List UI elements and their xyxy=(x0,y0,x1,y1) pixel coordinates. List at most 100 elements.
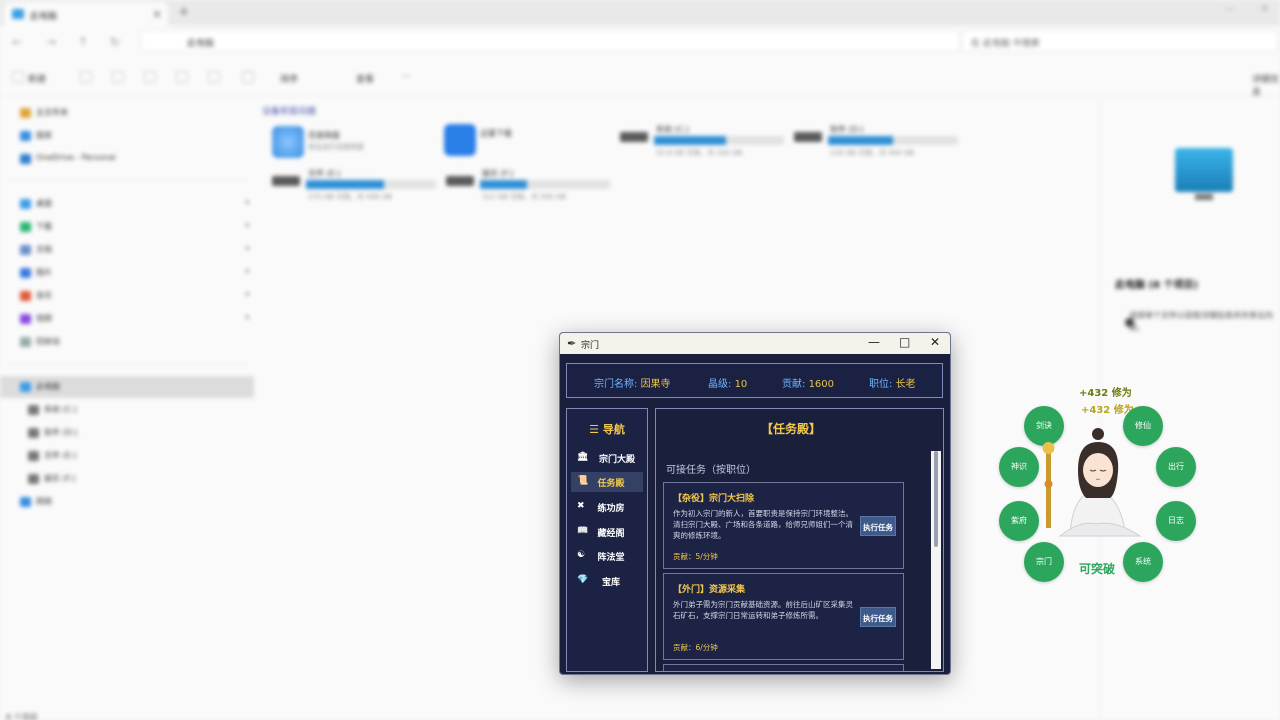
sidebar-label: 系统 (C:) xyxy=(44,405,78,414)
orb-travel[interactable]: 出行 xyxy=(1156,447,1196,487)
orb-sect[interactable]: 宗门 xyxy=(1024,542,1064,582)
orb-spirit-sense[interactable]: 神识 xyxy=(999,447,1039,487)
drive-icon xyxy=(28,428,39,438)
sidebar-item-downloads[interactable]: 下载 ✦ xyxy=(20,221,251,237)
close-tab-icon[interactable]: × xyxy=(152,7,162,21)
sort-button[interactable]: 排序 xyxy=(280,72,298,85)
share-icon[interactable] xyxy=(208,71,220,83)
sidebar-item-music[interactable]: 音乐 ✦ xyxy=(20,290,251,306)
drive-icon xyxy=(446,176,474,186)
details-info: 选择单个文件以获取详细信息并共享云内容。 xyxy=(1129,311,1273,332)
sect-level: 晶级: 10 xyxy=(708,375,747,390)
sidebar-label: 网络 xyxy=(36,497,52,506)
details-button[interactable]: 详细信息 xyxy=(1252,72,1280,98)
minimize-icon[interactable]: — xyxy=(1224,2,1235,15)
sidebar-item-drive-d[interactable]: 软件 (D:) xyxy=(28,427,78,443)
copy-icon[interactable] xyxy=(112,71,124,83)
drive-tile-d[interactable]: 软件 (D:) 218 GB 可用，共 400 GB xyxy=(794,124,964,160)
sidebar-item-recycle-bin[interactable]: 回收站 xyxy=(20,336,60,352)
cultivator-avatar[interactable] xyxy=(1040,424,1150,540)
path-field[interactable]: 此电脑 xyxy=(140,30,960,52)
drive-icon xyxy=(28,451,39,461)
drive-free-space: 55.8 GB 可用，共 200 GB xyxy=(656,149,743,157)
nav-item-training-room[interactable]: ✖ 练功房 xyxy=(571,497,643,517)
explorer-tab[interactable]: 此电脑 × xyxy=(4,2,168,26)
sidebar-item-videos[interactable]: 视频 ✦ xyxy=(20,313,251,329)
delete-icon[interactable] xyxy=(242,71,254,83)
nav-item-treasury[interactable]: 💎 宝库 xyxy=(571,571,643,591)
sidebar-divider xyxy=(8,364,248,365)
window-title: 宗门 xyxy=(581,341,600,351)
rename-icon[interactable] xyxy=(176,71,188,83)
this-pc-icon xyxy=(20,382,31,392)
nav-item-task-hall[interactable]: 📜 任务殿 xyxy=(571,472,643,492)
scroll-thumb[interactable] xyxy=(934,451,938,547)
orb-purple-mansion[interactable]: 紫府 xyxy=(999,501,1039,541)
nav-label: 藏经阁 xyxy=(597,529,625,539)
sidebar-item-gallery[interactable]: 图库 xyxy=(20,130,52,146)
task-card: 【外门】资源采集 外门弟子需为宗门贡献基础资源。前往后山矿区采集灵石矿石，支撑宗… xyxy=(663,573,904,660)
navigation-heading: ☰ 导航 xyxy=(589,423,625,436)
sect-level-label: 晶级: xyxy=(708,379,732,390)
nav-label: 任务殿 xyxy=(597,479,625,489)
home-icon xyxy=(20,108,31,118)
path-text: 此电脑 xyxy=(187,39,215,49)
sidebar-item-home[interactable]: 主文件夹 xyxy=(20,107,68,123)
cut-icon[interactable] xyxy=(80,71,92,83)
close-window-icon[interactable]: ✕ xyxy=(1260,2,1269,15)
sidebar-item-onedrive[interactable]: OneDrive - Personal xyxy=(20,153,116,169)
sidebar-item-documents[interactable]: 文档 ✦ xyxy=(20,244,251,260)
execute-task-button[interactable]: 执行任务 xyxy=(860,516,896,536)
nav-item-library[interactable]: 📖 藏经阁 xyxy=(571,522,643,542)
new-tab-icon[interactable]: + xyxy=(178,4,190,20)
up-icon[interactable]: ↑ xyxy=(78,35,88,49)
orb-system[interactable]: 系统 xyxy=(1123,542,1163,582)
pin-icon: ✦ xyxy=(244,244,251,253)
recycle-bin-icon xyxy=(20,337,31,347)
execute-task-button[interactable]: 执行任务 xyxy=(860,607,896,627)
window-title-bar[interactable]: ✒ 宗门 — □ ✕ xyxy=(560,333,950,354)
refresh-icon[interactable]: ↻ xyxy=(110,35,120,49)
orb-log[interactable]: 日志 xyxy=(1156,501,1196,541)
details-title: 此电脑 (8 个项目) xyxy=(1115,280,1199,291)
app-name: 百度网盘 xyxy=(308,131,340,140)
sect-name-value: 因果寺 xyxy=(640,379,671,390)
search-input[interactable]: 在 此电脑 中搜索 xyxy=(962,30,1278,52)
drive-tile-f[interactable]: 娱乐 (F:) 312 GB 可用，共 500 GB xyxy=(446,168,616,204)
nav-item-formation-hall[interactable]: ☯ 阵法堂 xyxy=(571,546,643,566)
sidebar-item-drive-e[interactable]: 文件 (E:) xyxy=(28,450,77,466)
gallery-icon xyxy=(20,131,31,141)
contribution-value: 1600 xyxy=(808,379,835,390)
download-icon xyxy=(20,222,31,232)
minimize-icon[interactable]: — xyxy=(868,335,880,349)
nav-item-main-hall[interactable]: 🏛 宗门大殿 xyxy=(571,448,643,468)
view-button[interactable]: 查看 xyxy=(356,72,374,85)
sect-level-value: 10 xyxy=(734,379,748,390)
sidebar-item-drive-f[interactable]: 娱乐 (F:) xyxy=(28,473,75,489)
close-icon[interactable]: ✕ xyxy=(930,335,940,349)
sidebar-item-network[interactable]: 网络 xyxy=(20,496,52,512)
drive-tile-e[interactable]: 文件 (E:) 270 GB 可用，共 499 GB xyxy=(272,168,442,204)
scrollbar[interactable] xyxy=(931,451,941,669)
position-value: 长老 xyxy=(895,379,916,390)
forward-icon[interactable]: → xyxy=(46,35,56,49)
sidebar-item-drive-c[interactable]: 系统 (C:) xyxy=(28,404,77,420)
sidebar-item-pictures[interactable]: 图片 ✦ xyxy=(20,267,251,283)
app-tile-baidu[interactable]: 百度网盘 双击运行百度网盘 xyxy=(272,126,422,162)
sidebar-item-desktop[interactable]: 桌面 ✦ xyxy=(20,198,251,214)
new-icon[interactable] xyxy=(12,71,24,83)
new-button[interactable]: 新建 xyxy=(28,72,46,85)
back-icon[interactable]: ← xyxy=(12,35,22,49)
drive-icon xyxy=(794,132,822,142)
task-description: 作为初入宗门的新人，首要职责是保持宗门环境整洁。清扫宗门大殿、广场和各条道路，给… xyxy=(673,509,853,540)
paste-icon[interactable] xyxy=(144,71,156,83)
task-contribution: 贡献：6/分钟 xyxy=(673,643,718,652)
maximize-icon[interactable]: □ xyxy=(899,335,910,349)
app-name: 迅雷下载 xyxy=(480,129,512,138)
sidebar-item-this-pc[interactable]: 此电脑 xyxy=(20,381,60,397)
more-button[interactable]: ··· xyxy=(402,72,411,82)
pin-icon: ✦ xyxy=(244,267,251,276)
app-tile-xunlei[interactable]: 迅雷下载 xyxy=(444,124,594,160)
sidebar-label: 主文件夹 xyxy=(36,108,68,117)
drive-tile-c[interactable]: 系统 (C:) 55.8 GB 可用，共 200 GB xyxy=(620,124,790,160)
